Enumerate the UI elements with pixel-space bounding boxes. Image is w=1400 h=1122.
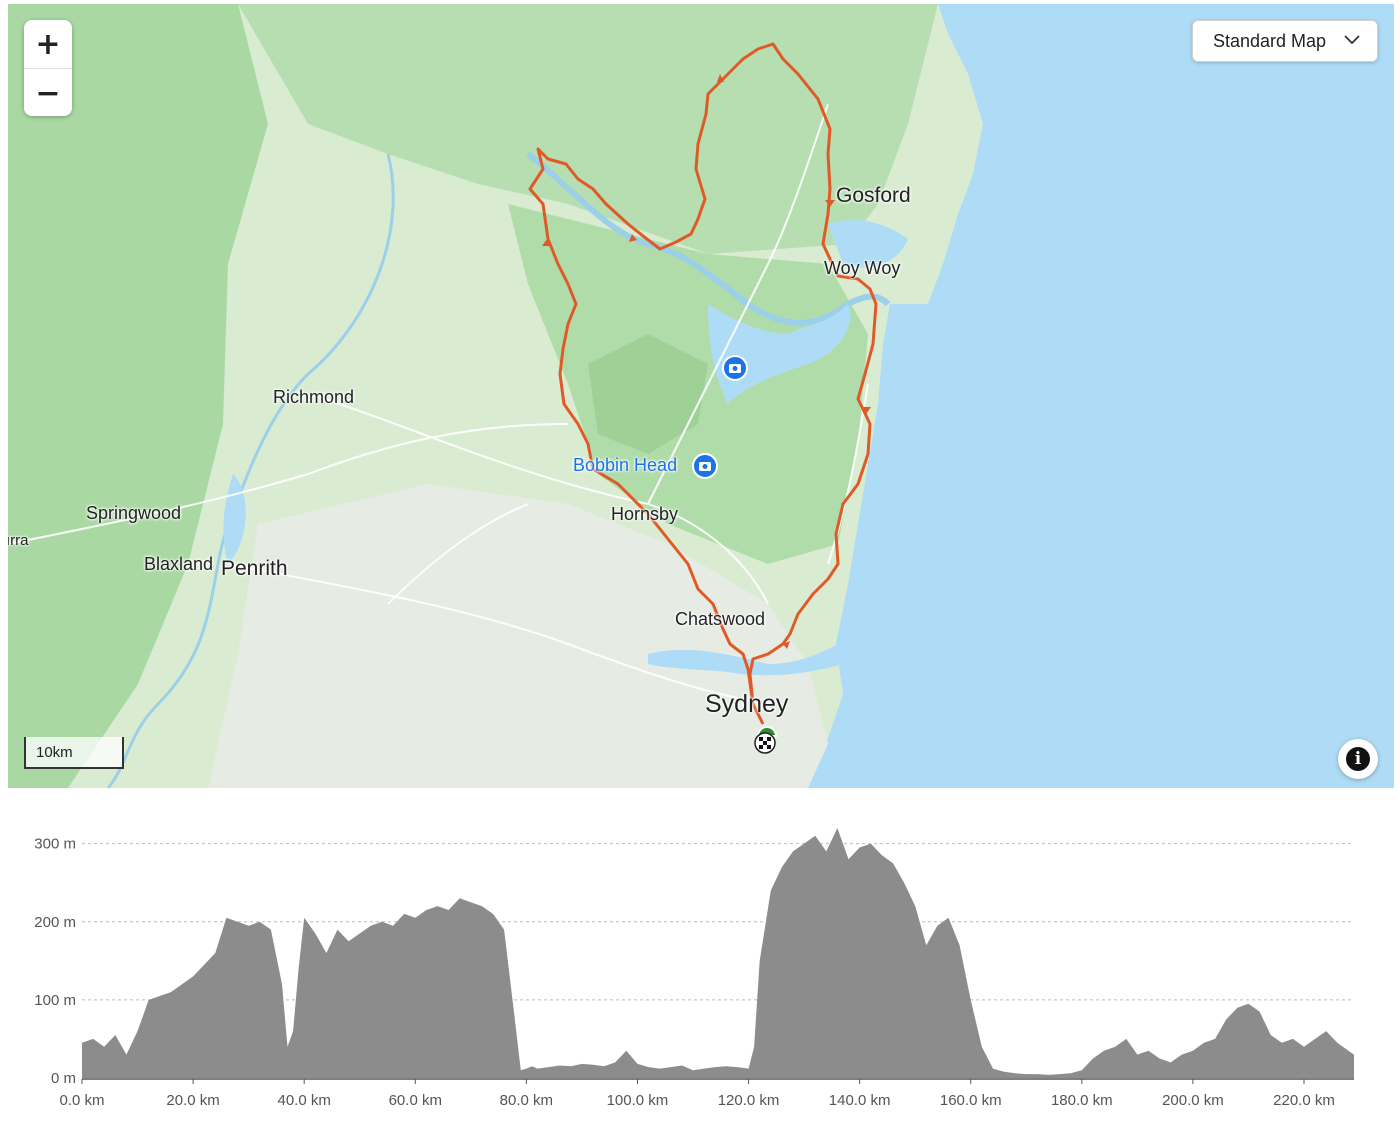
elevation-area[interactable] [82,828,1354,1078]
forest-west [8,4,268,788]
zoom-out-button[interactable]: − [24,68,72,116]
place-label-springwood: Springwood [86,503,182,523]
x-tick-label: 40.0 km [278,1092,331,1109]
place-label-bobbin-head[interactable]: Bobbin Head [573,455,677,476]
map-canvas[interactable] [8,4,1394,788]
scale-label: 10km [36,744,73,761]
elevation-profile-chart[interactable]: 0 m 100 m 200 m 300 m 0.0 km 20.0 km 40.0 km 60… [0,796,1400,1122]
y-tick-label: 100 m [34,992,76,1009]
y-tick-label: 200 m [34,914,76,931]
x-tick-label: 160.0 km [940,1092,1002,1109]
zoom-controls: + − [24,20,72,116]
info-icon: i [1346,747,1370,771]
place-label-edge-fragment: ırra [8,532,29,549]
place-label-blaxland: Blaxland [144,554,214,574]
y-tick-label: 300 m [34,836,76,853]
forest-north [238,4,938,254]
place-label-sydney: Sydney [705,690,789,718]
place-label-chatswood: Chatswood [675,609,766,629]
place-label-penrith: Penrith [221,557,288,580]
place-label-gosford: Gosford [836,184,911,207]
map-type-select[interactable]: Standard Map [1192,20,1378,62]
x-tick-label: 60.0 km [389,1092,442,1109]
zoom-in-button[interactable]: + [24,20,72,68]
chevron-down-icon [1344,35,1360,45]
chart-area-layer [82,828,1354,1078]
map-type-label: Standard Map [1213,30,1327,51]
x-tick-label: 200.0 km [1162,1092,1224,1109]
x-tick-label: 20.0 km [166,1092,219,1109]
camera-icon[interactable] [692,453,718,479]
info-button[interactable]: i [1338,739,1378,779]
y-tick-label: 0 m [51,1070,76,1087]
x-tick-label: 0.0 km [59,1092,104,1109]
place-label-hornsby: Hornsby [611,504,679,524]
x-tick-label: 80.0 km [500,1092,553,1109]
x-tick-label: 180.0 km [1051,1092,1113,1109]
map-view[interactable]: Gosford Woy Woy Richmond Bobbin Head Hor… [8,4,1394,788]
camera-icon[interactable] [722,355,748,381]
scale-bar: 10km [24,737,124,769]
x-tick-label: 140.0 km [829,1092,891,1109]
x-tick-label: 220.0 km [1273,1092,1335,1109]
x-tick-label: 100.0 km [607,1092,669,1109]
place-label-richmond: Richmond [273,387,355,407]
x-tick-label: 120.0 km [718,1092,780,1109]
place-label-woy-woy: Woy Woy [824,258,901,278]
finish-flag-icon[interactable] [754,732,776,754]
